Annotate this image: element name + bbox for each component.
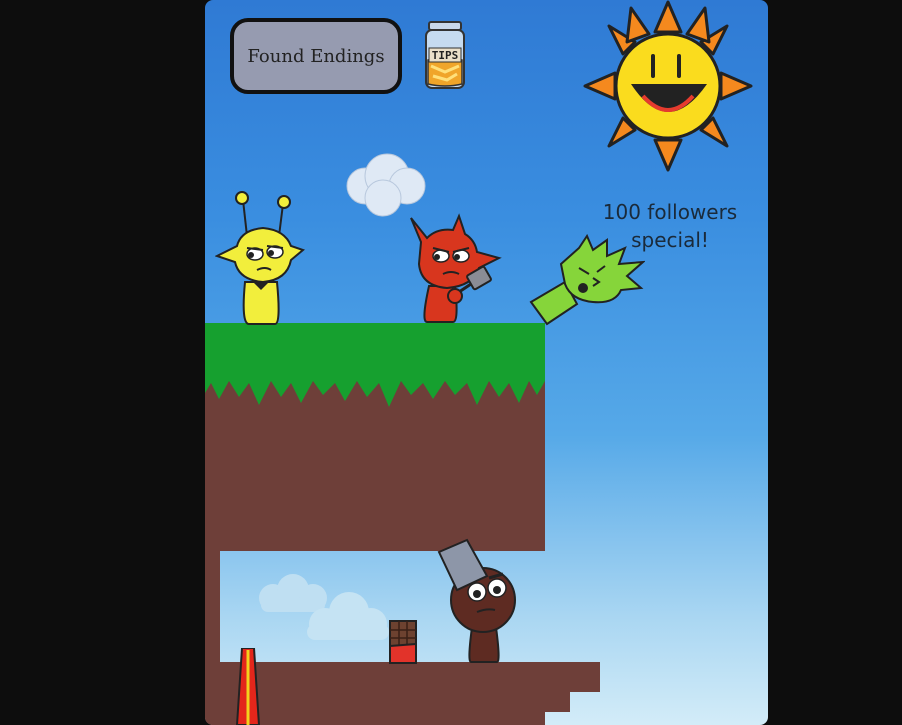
grass-platform — [205, 323, 545, 551]
found-endings-label: Found Endings — [247, 45, 385, 67]
red-horned-character[interactable] — [403, 210, 503, 326]
chocolate-bar[interactable] — [389, 620, 417, 664]
found-endings-button[interactable]: Found Endings — [230, 18, 402, 94]
game-stage: Found Endings TIPS 100 followers special… — [205, 0, 768, 725]
tips-jar-icon[interactable]: TIPS — [423, 20, 467, 90]
brown-bucket-character[interactable] — [437, 538, 521, 664]
red-cone-pole[interactable] — [235, 648, 261, 725]
yellow-antenna-character[interactable] — [215, 188, 305, 326]
banner-line-1: 100 followers — [602, 200, 738, 224]
green-spiky-character[interactable] — [527, 234, 645, 326]
tips-label: TIPS — [432, 49, 459, 62]
sun-icon — [583, 0, 753, 172]
